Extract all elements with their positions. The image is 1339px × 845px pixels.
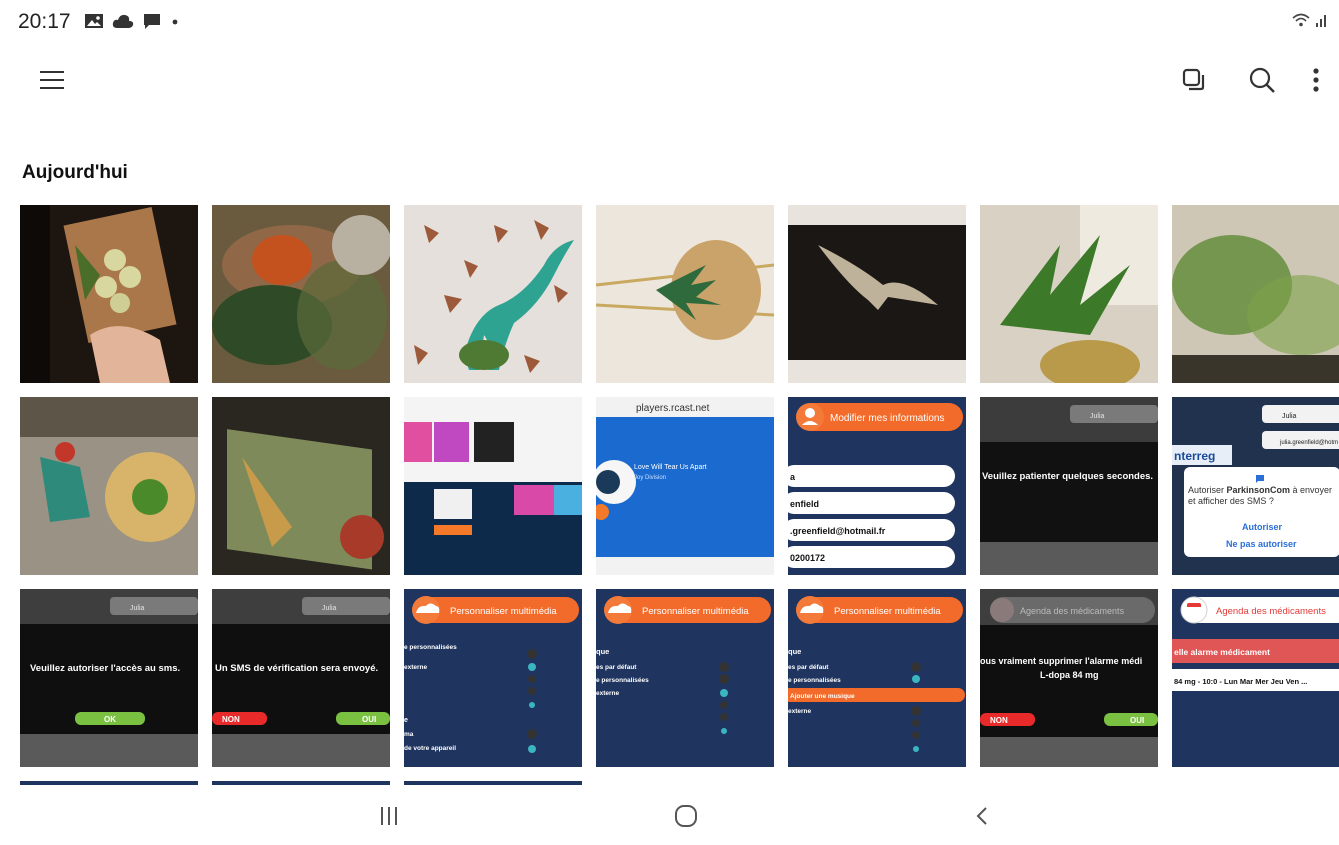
modifier-field-2: enfield [790,499,819,509]
sms-dialog-email: julia.greenfield@hotm [1279,440,1338,446]
search-button[interactable] [1242,60,1282,100]
sms-dialog-user: Julia [1282,413,1297,420]
screenshot-modifier[interactable]: Modifier mes informations a enfield .greenf… [788,397,966,575]
section-title: Aujourd'hui [22,162,128,183]
modifier-field-4: 0200172 [790,553,825,563]
multi-window-icon [1182,68,1205,91]
navigation-bar [0,786,1339,845]
perso3-header: Personnaliser multimédia [834,606,941,617]
modifier-header: Modifier mes informations [830,413,944,424]
sms-dialog-prompt-before: Autoriser [1188,485,1227,495]
screenshot-apps[interactable] [404,397,582,575]
photo-dinosaur[interactable] [404,205,582,383]
thumbnail-partial-3[interactable] [404,781,582,785]
thumbnail-partial-2[interactable] [212,781,390,785]
agenda-delete-message-2: L-dopa 84 mg [1040,670,1099,680]
perso2-header: Personnaliser multimédia [642,606,749,617]
perso3-row-5: externe [788,708,812,715]
status-time: 20:17 [18,10,71,33]
status-bar: 20:17 [0,0,1339,44]
perso1-row-7: de votre appareil [404,745,456,752]
agenda-delete-oui: OUI [1130,716,1144,725]
sms-verify-message: Un SMS de vérification sera envoyé. [215,663,378,674]
more-options-icon [1313,68,1319,92]
perso3-row-4: Ajouter une musique [790,693,855,700]
photo-hanging-plant[interactable] [596,205,774,383]
home-icon [675,805,697,827]
sms-access-message: Veuillez autoriser l'accès au sms. [30,663,180,674]
photo-bottle[interactable] [20,397,198,575]
agenda-header: Agenda des médicaments [1216,606,1326,617]
agenda-delete-header: Agenda des médicaments [1020,606,1125,616]
system-icons [1291,12,1329,33]
multi-window-button[interactable] [1174,60,1214,100]
agenda-banner: elle alarme médicament [1174,647,1270,657]
rcast-url: players.rcast.net [636,403,710,414]
back-button[interactable] [962,796,1002,836]
screenshot-rcast[interactable]: players.rcast.net Love Will Tear Us Apart… [596,397,774,575]
screenshot-agenda-delete[interactable]: Agenda des médicaments ous vraiment suppr… [980,589,1158,767]
patienter-user: Julia [1090,413,1105,420]
home-button[interactable] [666,796,706,836]
agenda-delete-non: NON [990,716,1008,725]
agenda-delete-message-1: ous vraiment supprimer l'alarme médi [980,656,1142,666]
perso3-row-2: es par défaut [788,664,829,671]
agenda-entry: 84 mg - 10:0 - Lun Mar Mer Jeu Ven ... [1174,677,1307,686]
gallery-icon [85,14,103,28]
perso1-row-1: e personnalisées [404,644,457,651]
photo-blurry-plant[interactable] [212,205,390,383]
modifier-field-3: .greenfield@hotmail.fr [790,526,886,536]
perso1-header: Personnaliser multimédia [450,606,557,617]
photo-kitchen[interactable] [20,205,198,383]
sms-verify-oui: OUI [362,715,376,724]
screenshot-perso-3[interactable]: Personnaliser multimédia que es par défaut… [788,589,966,767]
screenshot-agenda[interactable]: Agenda des médicaments elle alarme médica… [1172,589,1339,767]
message-icon [144,14,160,29]
recents-icon [381,807,397,825]
notification-icons [84,12,180,30]
screenshot-sms-dialog[interactable]: Julia julia.greenfield@hotm nterreg Autoris… [1172,397,1339,575]
sms-dialog-allow: Autoriser [1242,522,1283,532]
perso1-row-2: externe [404,664,428,671]
perso2-row-4: externe [596,690,620,697]
photo-window[interactable] [212,397,390,575]
menu-button[interactable] [32,60,72,100]
recents-button[interactable] [369,796,409,836]
thumbnail-partial-1[interactable] [20,781,198,785]
photo-grid: players.rcast.net Love Will Tear Us Apart… [20,205,1339,785]
photo-eagle[interactable] [788,205,966,383]
rcast-artist: Joy Division [634,475,666,481]
patienter-message: Veuillez patienter quelques secondes. [982,471,1153,482]
photo-blurry-plant-2[interactable] [1172,205,1339,383]
back-icon [976,807,987,825]
sms-verify-user: Julia [322,605,337,612]
perso1-row-5: e [404,717,408,724]
sms-verify-non: NON [222,715,240,724]
sms-access-user: Julia [130,605,145,612]
perso2-row-3: e personnalisées [596,677,649,684]
perso2-row-1: que [596,647,609,656]
signal-icon [1316,15,1326,27]
dot-icon [172,19,178,25]
sms-access-ok: OK [104,715,116,724]
wifi-icon [1292,13,1310,27]
screenshot-sms-access[interactable]: Julia Veuillez autoriser l'accès au sms. O… [20,589,198,767]
sms-dialog-app-name: ParkinsonCom [1226,485,1291,495]
perso3-row-1: que [788,647,801,656]
sms-dialog-deny: Ne pas autoriser [1226,539,1297,549]
more-options-button[interactable] [1296,60,1336,100]
screenshot-sms-verify[interactable]: Julia Un SMS de vérification sera envoyé.… [212,589,390,767]
perso2-row-2: es par défaut [596,664,637,671]
photo-plant-window[interactable] [980,205,1158,383]
hamburger-icon [40,71,64,89]
search-icon [1249,67,1275,93]
perso1-row-6: ma [404,731,414,738]
screenshot-perso-2[interactable]: Personnaliser multimédia que es par défaut… [596,589,774,767]
screenshot-patienter[interactable]: Julia Veuillez patienter quelques seconde… [980,397,1158,575]
perso3-row-3: e personnalisées [788,677,841,684]
rcast-title: Love Will Tear Us Apart [634,464,707,471]
sms-dialog-logo: nterreg [1174,449,1215,463]
cloud-icon [112,14,134,28]
screenshot-perso-1[interactable]: Personnaliser multimédia e personnalisées… [404,589,582,767]
